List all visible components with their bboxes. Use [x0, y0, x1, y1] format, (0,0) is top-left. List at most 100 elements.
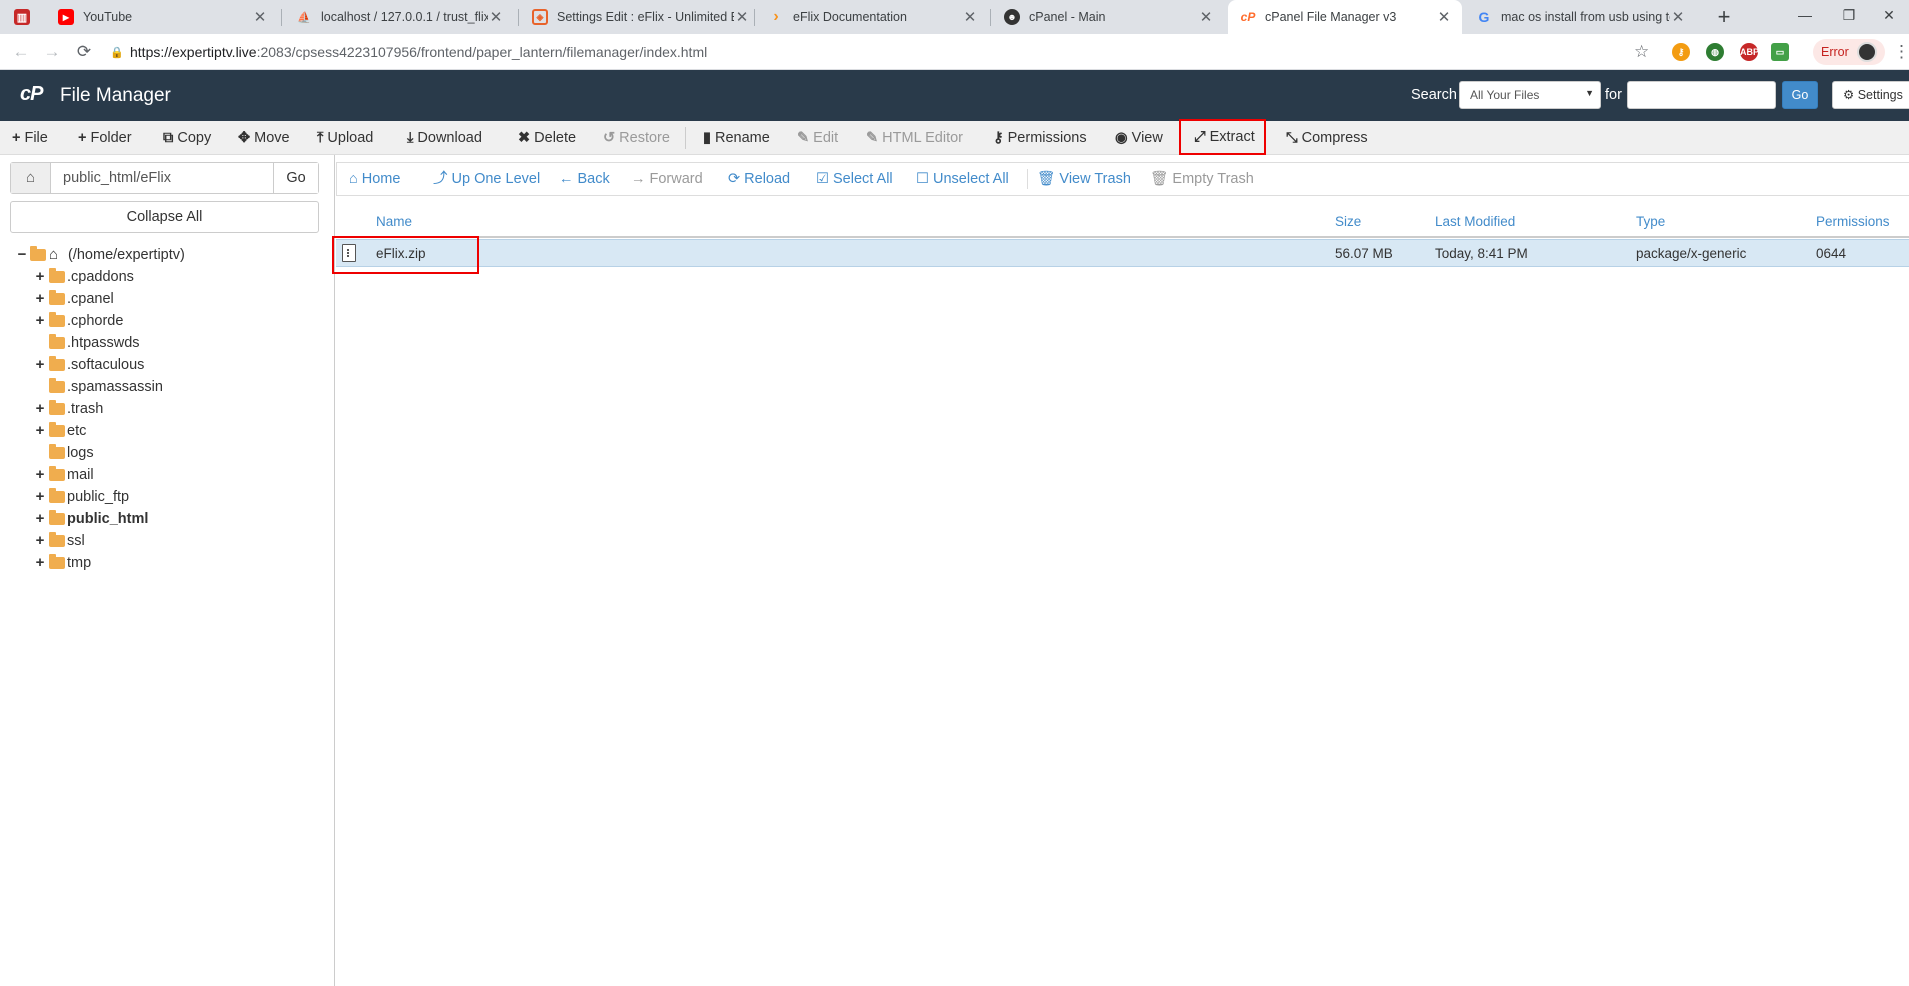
bookmark-star-icon[interactable]: ☆	[1634, 42, 1649, 62]
permissions-button[interactable]: ⚷ Permissions	[993, 121, 1087, 155]
column-name[interactable]: Name	[376, 214, 412, 229]
highlight-box	[332, 236, 479, 274]
close-tab-icon[interactable]: ✕	[1670, 8, 1686, 26]
expand-icon[interactable]: +	[34, 552, 46, 574]
expand-icon[interactable]: +	[34, 354, 46, 376]
restore-button[interactable]: ↺ Restore	[603, 121, 670, 155]
delete-button[interactable]: ✖ Delete	[518, 121, 576, 155]
path-input[interactable]: public_html/eFlix	[51, 163, 274, 193]
globe-extension-icon[interactable]: ◍	[1706, 43, 1724, 61]
folder-icon	[49, 378, 65, 393]
forward-nav-button[interactable]: → Forward	[631, 163, 703, 195]
expand-icon[interactable]: +	[34, 486, 46, 508]
compress-button[interactable]: ⤡ Compress	[1286, 121, 1368, 155]
tv-extension-icon[interactable]: ▭	[1771, 43, 1789, 61]
tab-settings-edit[interactable]: ◈ Settings Edit : eFlix - Unlimited E ✕	[520, 0, 760, 34]
close-tab-icon[interactable]: ✕	[734, 8, 750, 26]
close-tab-icon[interactable]: ✕	[488, 8, 504, 26]
browser-menu-icon[interactable]: ⋮	[1893, 42, 1909, 62]
trash-icon: 🗑	[1037, 171, 1056, 187]
column-last-modified[interactable]: Last Modified	[1435, 214, 1515, 229]
home-icon: ⌂	[349, 171, 358, 187]
empty-trash-button[interactable]: 🗑 Empty Trash	[1150, 163, 1254, 195]
search-go-button[interactable]: Go	[1782, 81, 1818, 109]
folder-icon	[49, 334, 65, 349]
back-nav-button[interactable]: ← Back	[559, 163, 610, 195]
avatar	[1856, 42, 1877, 62]
restore-icon: ↺	[603, 130, 616, 146]
table-row[interactable]: eFlix.zip 56.07 MB Today, 8:41 PM packag…	[336, 239, 1909, 267]
tree-item-label: etc	[67, 423, 87, 439]
tree-item-label: tmp	[67, 555, 92, 571]
tab-cpanel-file-manager[interactable]: cP cPanel File Manager v3 ✕	[1228, 0, 1462, 34]
home-icon[interactable]: ⌂	[11, 163, 51, 193]
key-extension-icon[interactable]: ⚷	[1672, 43, 1690, 61]
path-go-button[interactable]: Go	[274, 163, 318, 193]
expand-icon[interactable]: +	[34, 508, 46, 530]
expand-icon[interactable]: +	[34, 530, 46, 552]
browser-reload-icon[interactable]: ⟳	[72, 40, 96, 64]
up-one-level-button[interactable]: ⤴ Up One Level	[433, 163, 540, 195]
expand-icon[interactable]: +	[34, 464, 46, 486]
browser-forward-icon[interactable]: →	[40, 40, 64, 64]
tab-title: cPanel - Main	[1029, 10, 1106, 24]
expand-icon[interactable]: +	[34, 398, 46, 420]
close-window-icon[interactable]: ✕	[1866, 0, 1909, 30]
view-trash-button[interactable]: 🗑 View Trash	[1037, 163, 1131, 195]
html-editor-button[interactable]: ✎ HTML Editor	[866, 121, 963, 155]
move-button[interactable]: ✥ Move	[238, 121, 290, 155]
gear-icon: ⚙	[1843, 88, 1855, 102]
tab-google-search[interactable]: G mac os install from usb using te ✕	[1464, 0, 1696, 34]
tab-youtube[interactable]: ▶ YouTube ✕	[46, 0, 278, 34]
minimize-icon[interactable]: —	[1782, 0, 1828, 30]
view-button[interactable]: ◉ View	[1115, 121, 1163, 155]
search-input[interactable]	[1627, 81, 1776, 109]
close-tab-icon[interactable]: ✕	[1436, 8, 1452, 26]
collapse-icon[interactable]: −	[16, 244, 28, 266]
expand-icon[interactable]: +	[34, 266, 46, 288]
reload-nav-button[interactable]: ⟳ Reload	[728, 163, 790, 195]
cpanel-logo[interactable]: cP	[20, 83, 43, 106]
search-scope-select[interactable]: All Your Files ▼	[1459, 81, 1601, 109]
home-icon: ⌂	[49, 246, 59, 263]
file-permissions: 0644	[1816, 246, 1847, 261]
edit-button[interactable]: ✎ Edit	[797, 121, 838, 155]
tab-eflix-doc[interactable]: › eFlix Documentation ✕	[756, 0, 988, 34]
collapse-all-button[interactable]: Collapse All	[10, 201, 319, 233]
settings-button[interactable]: ⚙ Settings	[1832, 81, 1909, 109]
tab-title: YouTube	[83, 10, 133, 24]
tab-cpanel-main[interactable]: ☻ cPanel - Main ✕	[992, 0, 1224, 34]
tab-phpmyadmin[interactable]: ⛵ localhost / 127.0.0.1 / trust_flix | ✕	[284, 0, 514, 34]
search-scope-value: All Your Files	[1470, 88, 1540, 102]
column-size[interactable]: Size	[1335, 214, 1361, 229]
copy-button[interactable]: ⧉ Copy	[163, 121, 211, 155]
adblock-extension-icon[interactable]: ABP	[1740, 43, 1759, 61]
settings-site-icon: ◈	[532, 9, 548, 25]
rename-button[interactable]: ▮ Rename	[703, 121, 770, 155]
column-type[interactable]: Type	[1636, 214, 1665, 229]
pinned-tab[interactable]: ▥	[14, 0, 34, 34]
upload-button[interactable]: ⤒ Upload	[317, 121, 373, 155]
plus-icon: +	[12, 130, 21, 146]
expand-icon[interactable]: +	[34, 288, 46, 310]
profile-error-button[interactable]: Error	[1813, 39, 1885, 65]
address-bar[interactable]: 🔒 https://expertiptv.live:2083/cpsess422…	[110, 39, 1650, 65]
download-button[interactable]: ⤓ Download	[407, 121, 482, 155]
new-tab-icon[interactable]: +	[1710, 4, 1738, 30]
close-tab-icon[interactable]: ✕	[962, 8, 978, 26]
browser-back-icon[interactable]: ←	[9, 40, 33, 64]
expand-icon[interactable]: +	[34, 310, 46, 332]
column-permissions[interactable]: Permissions	[1816, 214, 1890, 229]
close-tab-icon[interactable]: ✕	[252, 8, 268, 26]
new-file-button[interactable]: + File	[12, 121, 48, 155]
select-all-button[interactable]: ☑ Select All	[816, 163, 893, 195]
home-nav-button[interactable]: ⌂ Home	[349, 163, 400, 195]
extract-button[interactable]: ⤢ Extract	[1179, 119, 1266, 155]
expand-icon[interactable]: +	[34, 420, 46, 442]
close-tab-icon[interactable]: ✕	[1198, 8, 1214, 26]
unselect-all-button[interactable]: ☐ Unselect All	[916, 163, 1009, 195]
checkbox-empty-icon: ☐	[916, 171, 929, 187]
cpanel-icon: cP	[1240, 10, 1256, 24]
new-folder-button[interactable]: + Folder	[78, 121, 132, 155]
tree-item-label: .spamassassin	[67, 379, 163, 395]
